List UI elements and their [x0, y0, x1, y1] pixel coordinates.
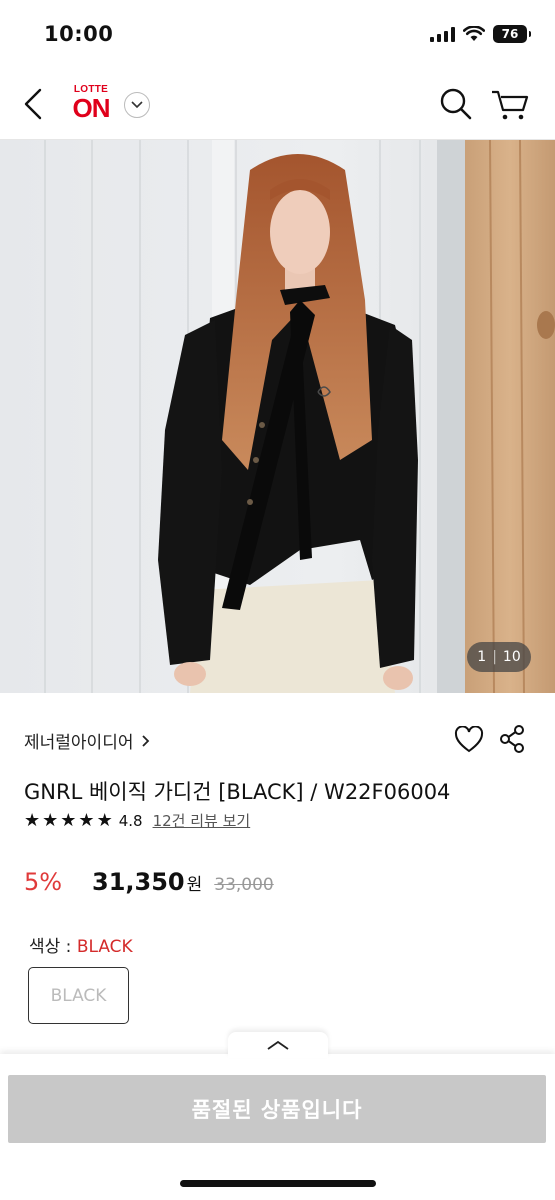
- color-option-label: 색상 : BLACK: [29, 932, 133, 957]
- brand-link[interactable]: 제너럴아이디어: [24, 728, 150, 753]
- chevron-left-icon: [24, 88, 42, 120]
- wifi-icon: [463, 26, 485, 41]
- search-icon: [440, 88, 472, 120]
- heart-icon: [454, 725, 484, 753]
- mall-switch-button[interactable]: [124, 92, 150, 118]
- color-label-text: 색상 :: [29, 937, 77, 957]
- image-counter-separator: |: [492, 649, 497, 665]
- currency-unit: 원: [186, 875, 203, 895]
- star-icon: ★: [24, 809, 41, 831]
- chevron-down-icon: [131, 101, 143, 109]
- status-bar: 10:00 76: [0, 0, 555, 70]
- image-counter: 1 | 10: [467, 642, 531, 672]
- star-rating: ★ ★ ★ ★ ★: [24, 809, 113, 831]
- soldout-button[interactable]: 품절된 상품입니다: [8, 1075, 546, 1143]
- home-indicator[interactable]: [180, 1180, 376, 1187]
- cart-button[interactable]: [490, 86, 530, 122]
- back-button[interactable]: [18, 84, 54, 124]
- search-button[interactable]: [438, 86, 474, 122]
- wishlist-button[interactable]: [454, 725, 484, 754]
- review-link[interactable]: 12건 리뷰 보기: [153, 810, 251, 831]
- original-price: 33,000: [214, 875, 274, 895]
- chevron-up-icon: [267, 1040, 289, 1050]
- status-time: 10:00: [44, 22, 114, 46]
- sale-price: 31,350: [92, 868, 185, 896]
- chevron-right-icon: [142, 734, 150, 747]
- image-counter-total: 10: [502, 649, 521, 665]
- brand-name: 제너럴아이디어: [24, 733, 134, 753]
- cellular-signal-icon: [430, 26, 455, 42]
- star-icon: ★: [96, 809, 113, 831]
- image-counter-current: 1: [477, 649, 487, 665]
- product-image-gallery[interactable]: 1 | 10: [0, 140, 555, 693]
- star-icon: ★: [78, 809, 95, 831]
- selected-color-value: BLACK: [76, 937, 133, 957]
- lotte-on-logo[interactable]: LOTTE ON: [68, 84, 114, 121]
- share-button[interactable]: [498, 724, 526, 754]
- logo-main-text: ON: [72, 93, 111, 123]
- rating-row: ★ ★ ★ ★ ★ 4.8 12건 리뷰 보기: [24, 810, 250, 831]
- battery-icon: 76: [493, 25, 531, 43]
- color-option-black[interactable]: BLACK: [28, 967, 129, 1024]
- price-row: 5% 31,350 원 33,000: [24, 868, 274, 896]
- expand-panel-handle[interactable]: [228, 1032, 328, 1058]
- product-title: GNRL 베이직 가디건 [BLACK] / W22F06004: [24, 780, 451, 804]
- rating-value: 4.8: [118, 811, 143, 830]
- cart-icon: [492, 90, 529, 120]
- discount-rate: 5%: [24, 868, 63, 896]
- app-header: LOTTE ON: [0, 70, 555, 140]
- star-icon: ★: [42, 809, 59, 831]
- status-icons: 76: [430, 25, 531, 43]
- share-icon: [500, 725, 524, 753]
- product-photo: [0, 140, 555, 693]
- star-icon: ★: [60, 809, 77, 831]
